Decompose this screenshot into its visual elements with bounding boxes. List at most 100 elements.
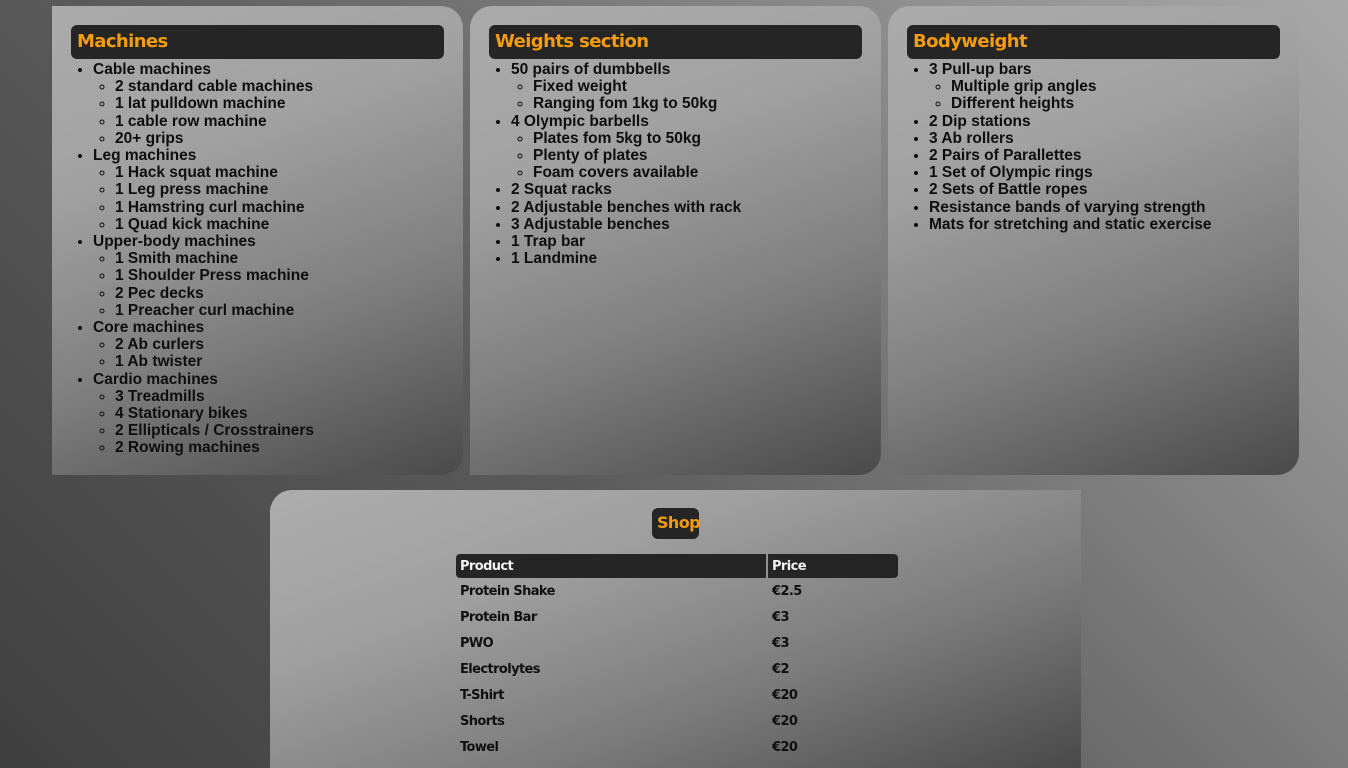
list-item-label: 2 Adjustable benches with rack [511,198,742,216]
bodyweight-card: Bodyweight 3 Pull-up barsMultiple grip a… [888,6,1299,475]
list-item-label: 2 Dip stations [929,112,1031,130]
sub-list: 3 Treadmills4 Stationary bikes2 Elliptic… [93,388,314,457]
sub-list-item: Foam covers available [533,164,741,181]
sub-list-item: 2 standard cable machines [115,78,314,95]
shop-table-header-row: Product Price [456,554,898,578]
list-item-label: 1 Set of Olympic rings [929,164,1093,182]
product-cell: Protein Shake [460,583,555,599]
list-item-label: Cardio machines [93,370,218,388]
sub-list-item: 1 Hamstring curl machine [115,199,314,216]
list-item: 1 Trap bar [511,233,741,250]
sub-list-item: 20+ grips [115,130,314,147]
list-item: 4 Olympic barbellsPlates fom 5kg to 50kg… [511,113,741,182]
list-item: Leg machines1 Hack squat machine1 Leg pr… [93,147,314,233]
sub-list-item: 1 Smith machine [115,250,314,267]
table-row: Electrolytes €2 [456,656,898,682]
bodyweight-header: Bodyweight [907,25,1280,59]
machines-card: Machines Cable machines2 standard cable … [52,6,463,475]
shop-header: Shop [652,508,701,539]
list-item-label: 3 Pull-up bars [929,61,1032,78]
list-item-label: Resistance bands of varying strength [929,198,1206,216]
list-item: 2 Sets of Battle ropes [929,181,1212,198]
sub-list-item: 1 Leg press machine [115,181,314,198]
column-header-product: Product [456,554,766,578]
list-item-label: Mats for stretching and static exercise [929,215,1212,233]
sub-list: Multiple grip anglesDifferent heights [929,78,1212,112]
list-item: 2 Pairs of Parallettes [929,147,1212,164]
weights-list: 50 pairs of dumbbellsFixed weightRanging… [470,61,741,267]
table-row: Towel €20 [456,734,898,760]
list-item: 2 Dip stations [929,113,1212,130]
list-item-label: 2 Squat racks [511,181,612,199]
shop-table-body: Protein Shake €2.5 Protein Bar €3 PWO €3 Elect… [456,578,898,760]
sub-list-item: Multiple grip angles [951,78,1212,95]
table-row: Shorts €20 [456,708,898,734]
sub-list: 1 Smith machine1 Shoulder Press machine2… [93,250,314,319]
list-item-label: 50 pairs of dumbbells [511,61,671,78]
list-item: 3 Adjustable benches [511,216,741,233]
sub-list-item: Different heights [951,95,1212,112]
weights-title: Weights section [495,31,649,52]
price-cell: €3 [772,635,790,651]
price-cell: €20 [772,739,798,755]
sub-list-item: 2 Rowing machines [115,439,314,456]
list-item: Upper-body machines1 Smith machine1 Shou… [93,233,314,319]
table-row: Protein Shake €2.5 [456,578,898,604]
list-item-label: Leg machines [93,147,197,165]
price-cell: €2 [772,661,790,677]
list-item: Cable machines2 standard cable machines1… [93,61,314,147]
list-item: Resistance bands of varying strength [929,199,1212,216]
list-item-label: 2 Pairs of Parallettes [929,147,1082,165]
price-cell: €2.5 [772,583,802,599]
list-item-label: 3 Ab rollers [929,129,1014,147]
sub-list-item: 3 Treadmills [115,388,314,405]
sub-list-item: Fixed weight [533,78,741,95]
sub-list: 2 standard cable machines1 lat pulldown … [93,78,314,147]
weights-card: Weights section 50 pairs of dumbbellsFix… [470,6,881,475]
product-cell: Electrolytes [460,661,541,677]
sub-list-item: 2 Ab curlers [115,336,314,353]
list-item-label: Core machines [93,319,205,337]
sub-list-item: 2 Ellipticals / Crosstrainers [115,422,314,439]
list-item-label: 4 Olympic barbells [511,112,649,130]
list-item: Mats for stretching and static exercise [929,216,1212,233]
product-cell: Protein Bar [460,609,537,625]
list-item: Core machines2 Ab curlers1 Ab twister [93,319,314,371]
sub-list-item: 2 Pec decks [115,285,314,302]
sub-list-item: 1 cable row machine [115,113,314,130]
sub-list-item: 1 Quad kick machine [115,216,314,233]
sub-list-item: 1 lat pulldown machine [115,95,314,112]
sub-list-item: 1 Hack squat machine [115,164,314,181]
sub-list: Plates fom 5kg to 50kgPlenty of platesFo… [511,130,741,182]
sub-list-item: 4 Stationary bikes [115,405,314,422]
list-item-label: 1 Landmine [511,250,598,268]
price-cell: €3 [772,609,790,625]
machines-list: Cable machines2 standard cable machines1… [52,61,314,457]
product-cell: Towel [460,739,499,755]
table-row: PWO €3 [456,630,898,656]
sub-list: Fixed weightRanging fom 1kg to 50kg [511,78,741,112]
sub-list: 1 Hack squat machine1 Leg press machine1… [93,164,314,233]
machines-header: Machines [71,25,444,59]
list-item: 1 Set of Olympic rings [929,164,1212,181]
bodyweight-title: Bodyweight [913,31,1028,52]
list-item: 3 Ab rollers [929,130,1212,147]
list-item-label: 1 Trap bar [511,233,586,251]
machines-title: Machines [77,31,168,52]
sub-list-item: 1 Shoulder Press machine [115,267,314,284]
list-item: 1 Landmine [511,250,741,267]
list-item-label: 2 Sets of Battle ropes [929,181,1088,199]
table-row: Protein Bar €3 [456,604,898,630]
sub-list-item: 1 Preacher curl machine [115,302,314,319]
table-row: T-Shirt €20 [456,682,898,708]
bodyweight-list: 3 Pull-up barsMultiple grip anglesDiffer… [888,61,1212,233]
sub-list-item: Plates fom 5kg to 50kg [533,130,741,147]
sub-list: 2 Ab curlers1 Ab twister [93,336,314,370]
price-cell: €20 [772,687,798,703]
column-header-price: Price [768,554,898,578]
product-cell: T-Shirt [460,687,504,703]
list-item: Cardio machines3 Treadmills4 Stationary … [93,371,314,457]
shop-title: Shop [657,513,701,532]
sub-list-item: Ranging fom 1kg to 50kg [533,95,741,112]
weights-header: Weights section [489,25,862,59]
